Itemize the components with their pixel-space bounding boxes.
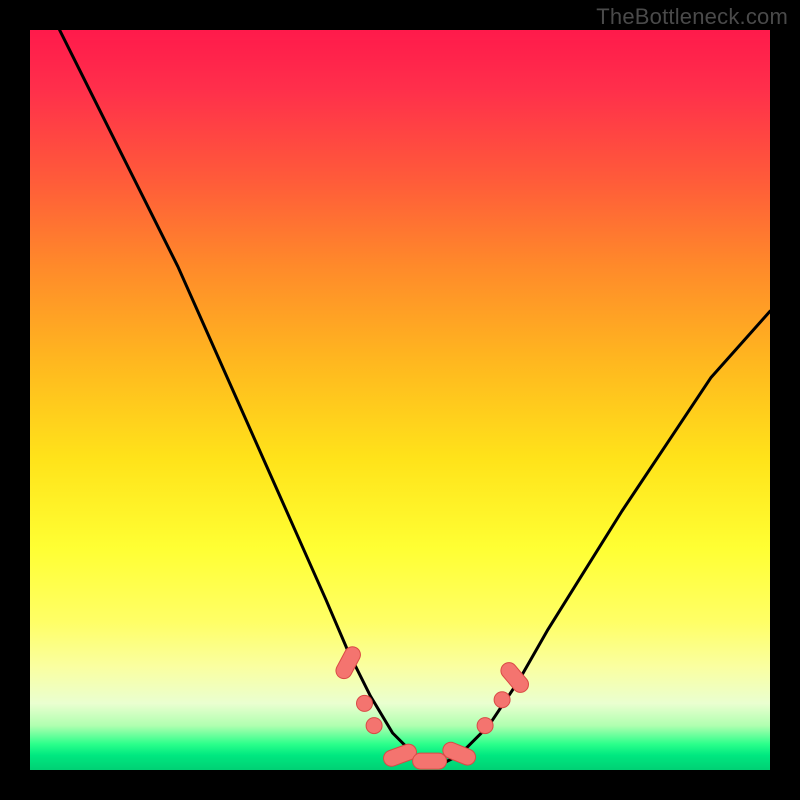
curve-marker <box>494 692 510 708</box>
curve-marker <box>413 753 447 769</box>
curve-marker <box>366 718 382 734</box>
chart-frame: TheBottleneck.com <box>0 0 800 800</box>
curve-layer <box>30 30 770 770</box>
curve-marker <box>357 695 373 711</box>
watermark-text: TheBottleneck.com <box>596 4 788 30</box>
bottleneck-curve <box>60 30 770 763</box>
plot-area <box>30 30 770 770</box>
curve-marker <box>477 718 493 734</box>
